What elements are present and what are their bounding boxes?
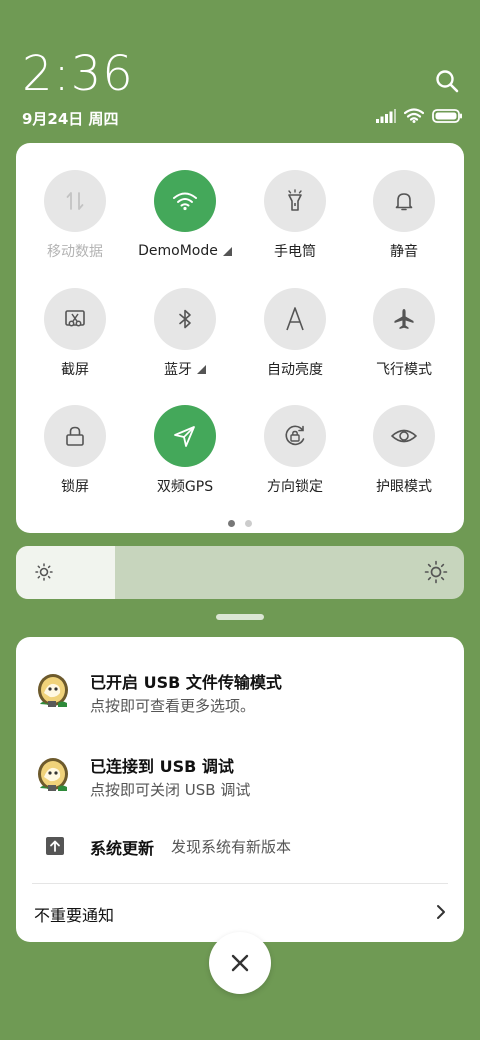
- tile-mobile-data[interactable]: 移动数据: [20, 170, 130, 261]
- clear-all-button[interactable]: [209, 932, 271, 994]
- tile-label: DemoMode: [138, 243, 218, 259]
- flashlight-icon: [264, 170, 326, 232]
- tile-auto-brightness[interactable]: 自动亮度: [240, 288, 350, 379]
- unimportant-label: 不重要通知: [34, 906, 115, 925]
- clock: 2:36: [22, 46, 134, 102]
- page-dot[interactable]: [245, 520, 252, 527]
- notification-system-update[interactable]: 系统更新 发现系统有新版本: [16, 833, 464, 863]
- tile-dual-gps[interactable]: 双频GPS: [130, 405, 240, 496]
- wifi-icon: [154, 170, 216, 232]
- expand-triangle-icon[interactable]: [197, 364, 206, 374]
- notification-body: 点按即可查看更多选项。: [90, 697, 256, 715]
- tile-flashlight[interactable]: 手电筒: [240, 170, 350, 261]
- tile-label: 护眼模式: [376, 479, 432, 495]
- notification-title: 已开启 USB 文件传输模式: [90, 673, 282, 692]
- tile-label: 飞行模式: [376, 362, 432, 378]
- android-system-icon: [38, 758, 68, 791]
- divider: [32, 883, 448, 884]
- brightness-low-icon: [35, 563, 53, 581]
- notification-panel: 已开启 USB 文件传输模式 点按即可查看更多选项。 已连接到 USB 调试 点…: [16, 637, 464, 942]
- tile-screenshot[interactable]: 截屏: [20, 288, 130, 379]
- update-title: 系统更新: [90, 839, 155, 858]
- expand-triangle-icon[interactable]: [222, 246, 232, 256]
- mobile-data-icon: [44, 170, 106, 232]
- bluetooth-icon: [154, 288, 216, 350]
- wifi-icon: [404, 108, 424, 123]
- tile-label: 静音: [390, 244, 418, 260]
- tile-lock-screen[interactable]: 锁屏: [20, 405, 130, 496]
- rotation-lock-icon: [264, 405, 326, 467]
- screenshot-icon: [44, 288, 106, 350]
- tile-bluetooth[interactable]: 蓝牙: [130, 288, 240, 379]
- date: 9月24日 周四: [22, 110, 119, 128]
- tile-demomode[interactable]: DemoMode: [130, 170, 240, 261]
- drag-handle[interactable]: [216, 614, 264, 620]
- tile-label: 截屏: [61, 362, 89, 378]
- notification-body: 点按即可关闭 USB 调试: [90, 781, 251, 799]
- tile-eye-care[interactable]: 护眼模式: [349, 405, 459, 496]
- bell-icon: [373, 170, 435, 232]
- lock-icon: [44, 405, 106, 467]
- upload-arrow-icon: [46, 837, 64, 855]
- eye-icon: [373, 405, 435, 467]
- chevron-right-icon[interactable]: [432, 903, 450, 921]
- notification-usb-transfer[interactable]: 已开启 USB 文件传输模式 点按即可查看更多选项。: [16, 667, 464, 727]
- notification-title: 已连接到 USB 调试: [90, 757, 234, 776]
- tile-airplane[interactable]: 飞行模式: [349, 288, 459, 379]
- unimportant-notifications-row[interactable]: 不重要通知: [16, 895, 464, 931]
- android-system-icon: [38, 674, 68, 707]
- tile-label: 双频GPS: [156, 479, 214, 495]
- tile-label: 方向锁定: [267, 479, 323, 495]
- tile-label: 手电筒: [274, 244, 316, 260]
- quick-settings-panel: 移动数据 DemoMode 手电筒 静音 截屏 蓝牙 自动亮度 飞行模式 锁屏 …: [16, 143, 464, 533]
- system-icons: [376, 108, 462, 123]
- brightness-fill: [16, 546, 115, 599]
- cellular-signal-icon: [376, 108, 396, 123]
- search-icon[interactable]: [434, 68, 460, 94]
- update-body: 发现系统有新版本: [171, 838, 292, 856]
- airplane-icon: [373, 288, 435, 350]
- tile-label: 自动亮度: [267, 362, 323, 378]
- battery-icon: [432, 108, 462, 123]
- tile-label: 锁屏: [61, 479, 89, 495]
- page-dot-active[interactable]: [228, 520, 235, 527]
- brightness-high-icon: [424, 560, 448, 584]
- notification-usb-debugging[interactable]: 已连接到 USB 调试 点按即可关闭 USB 调试: [16, 751, 464, 811]
- page-indicator: [16, 520, 464, 527]
- tile-mute[interactable]: 静音: [349, 170, 459, 261]
- brightness-slider[interactable]: [16, 546, 464, 599]
- auto-brightness-icon: [264, 288, 326, 350]
- status-bar: 2:36 9月24日 周四: [0, 0, 480, 140]
- tile-label: 蓝牙: [164, 362, 192, 378]
- gps-icon: [154, 405, 216, 467]
- close-icon: [231, 954, 249, 972]
- tile-rotation-lock[interactable]: 方向锁定: [240, 405, 350, 496]
- tile-label: 移动数据: [47, 244, 103, 260]
